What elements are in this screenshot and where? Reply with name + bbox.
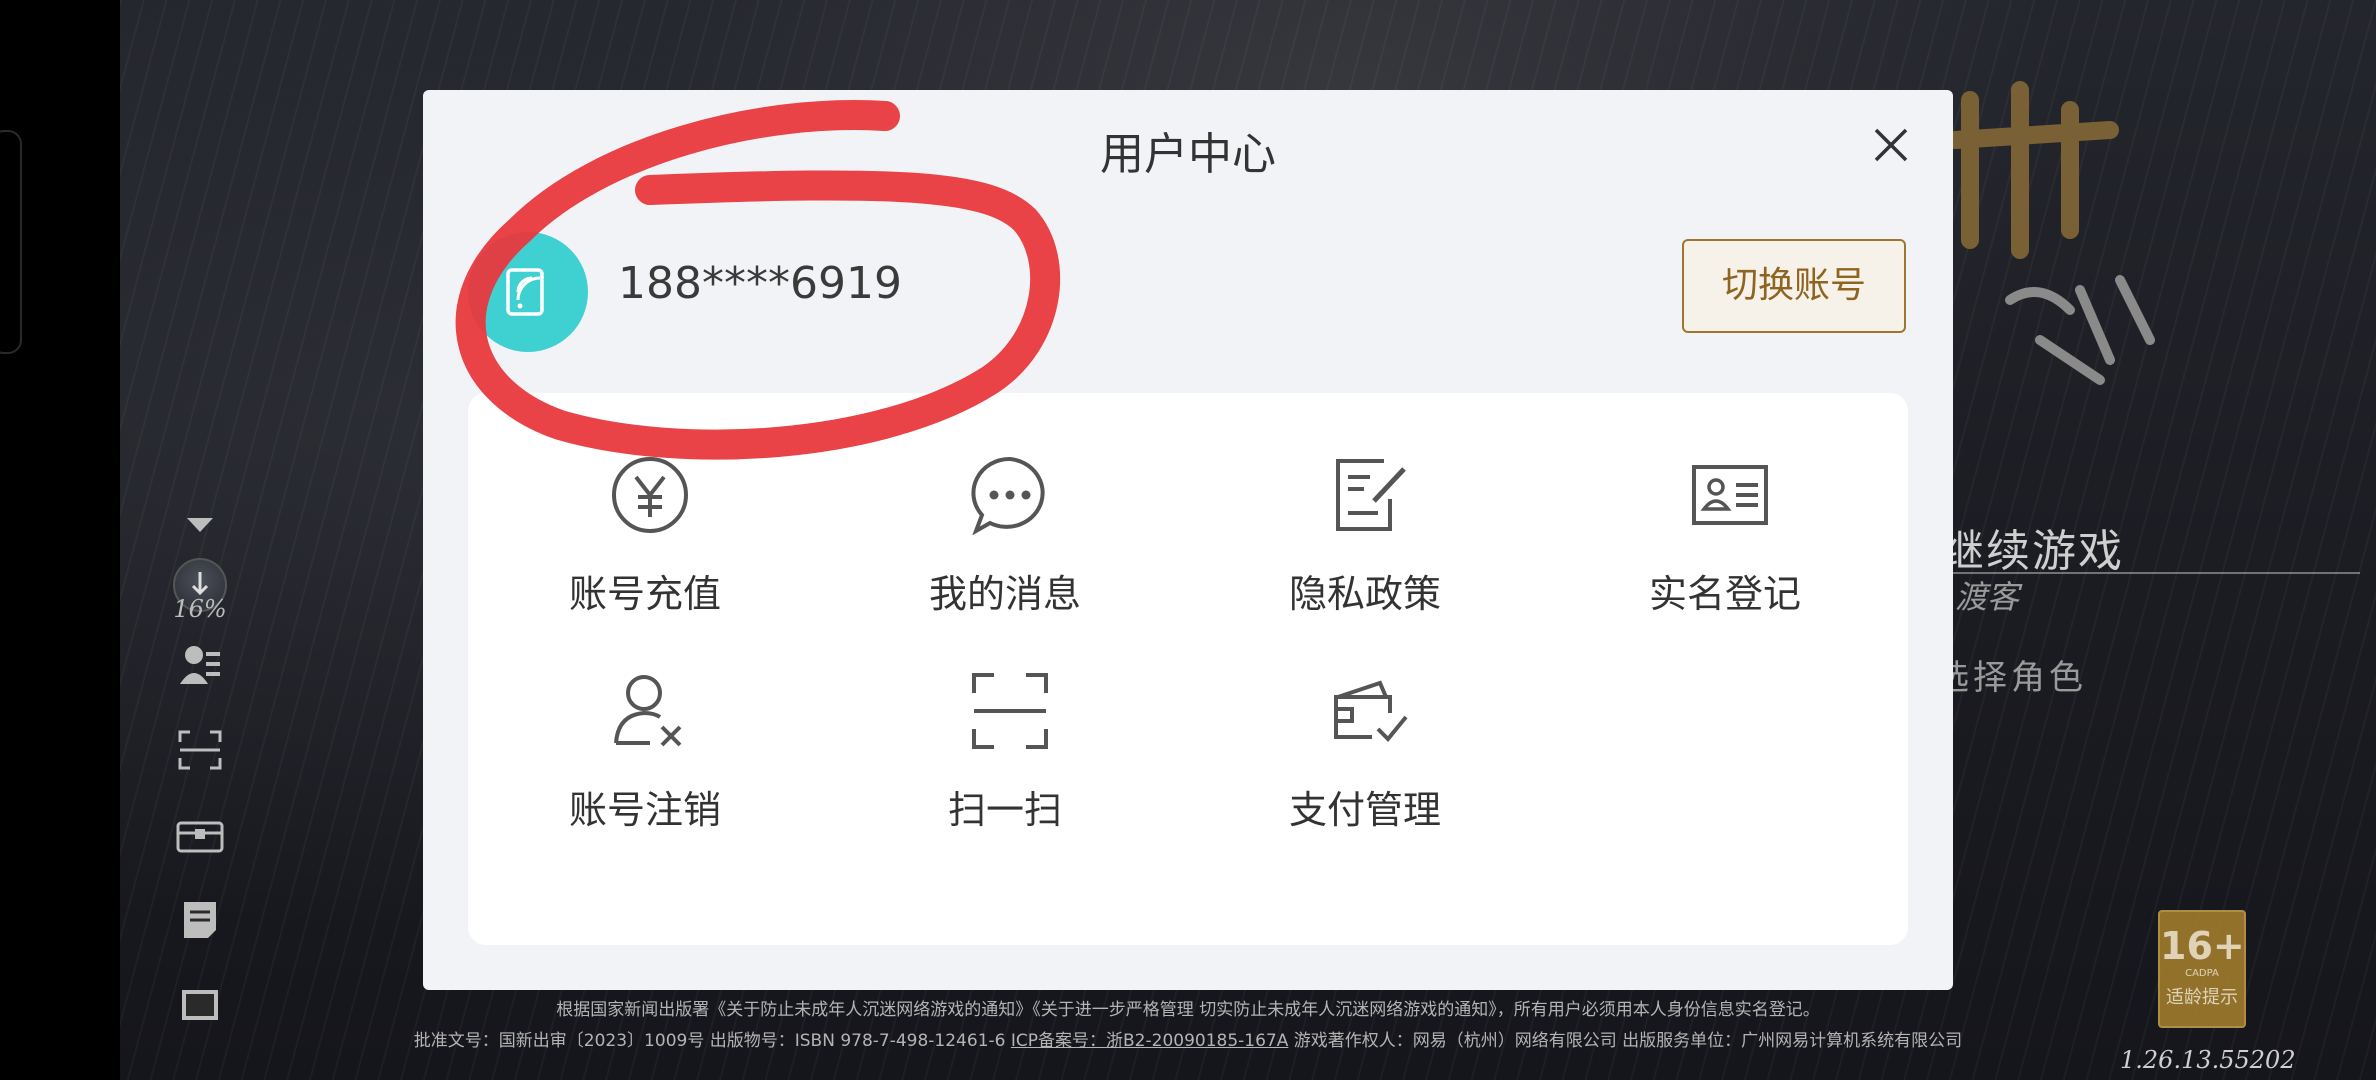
age-tip: 适龄提示 [2166, 987, 2238, 1008]
grid-label: 账号注销 [568, 788, 721, 832]
scan-frame-icon [178, 730, 222, 770]
yuan-circle-icon [612, 457, 688, 533]
publication-approval: 批准文号：国新出审〔2023〕1009号 出版物号：ISBN 978-7-498… [413, 1031, 1011, 1051]
scan-icon [972, 673, 1048, 749]
wallet-check-icon [1334, 680, 1408, 742]
icp-link[interactable]: ICP备案号：浙B2-20090185-167A [1011, 1031, 1289, 1051]
grid-item-payment[interactable]: 支付管理 [1215, 671, 1515, 851]
grid-label: 支付管理 [1288, 788, 1441, 832]
treasure-box-button[interactable] [170, 810, 230, 860]
copyright-holder: 游戏著作权人：网易（杭州）网络有限公司 出版服务单位：广州网易计算机系统有限公司 [1288, 1031, 1963, 1051]
id-card-icon [1692, 465, 1768, 525]
account-number: 188****6919 [618, 258, 902, 309]
treasure-box-icon [176, 821, 224, 853]
grid-item-recharge[interactable]: 账号充值 [495, 455, 795, 635]
notes-button[interactable] [170, 895, 230, 945]
grid-item-real-name[interactable]: 实名登记 [1575, 455, 1875, 635]
function-grid: 账号充值 我的消息 隐私政策 实名登记 账号注销 扫一扫 支付管理 [468, 393, 1908, 945]
close-icon [1874, 128, 1908, 162]
user-center-dialog: 用户中心 188****6919 切换账号 账号充值 我的消息 隐私政策 实名登… [423, 90, 1953, 990]
chat-bubble-icon [971, 456, 1045, 535]
edge-handle[interactable] [0, 130, 22, 354]
left-black-bar [0, 0, 120, 1080]
grid-item-privacy[interactable]: 隐私政策 [1215, 455, 1515, 635]
scan-side-button[interactable] [170, 725, 230, 775]
download-percent: 16% [173, 595, 227, 623]
publication-info: 批准文号：国新出审〔2023〕1009号 出版物号：ISBN 978-7-498… [0, 1026, 2376, 1051]
avatar [468, 232, 588, 352]
age-rating-org: CADPA [2185, 968, 2219, 979]
phone-account-icon [506, 268, 544, 316]
user-remove-icon [614, 675, 682, 747]
grid-label: 扫一扫 [947, 788, 1062, 832]
game-title-logo [1950, 81, 2155, 385]
grid-label: 我的消息 [928, 572, 1081, 616]
choose-role-button[interactable]: 选择角色 [1935, 650, 2087, 699]
age-rating-badge[interactable]: 16+ CADPA 适龄提示 [2158, 910, 2246, 1028]
character-button[interactable] [170, 640, 230, 690]
anti-addiction-notice: 根据国家新闻出版署《关于防止未成年人沉迷网络游戏的通知》《关于进一步严格管理 切… [556, 1000, 1820, 1020]
collapse-triangle-icon[interactable] [170, 500, 230, 550]
document-edit-icon [1336, 459, 1406, 531]
close-button[interactable] [1868, 122, 1914, 168]
dialog-title: 用户中心 [1100, 129, 1276, 180]
age-rating: 16+ [2160, 924, 2245, 968]
grid-label: 账号充值 [568, 572, 721, 616]
grid-item-messages[interactable]: 我的消息 [855, 455, 1155, 635]
grid-label: 实名登记 [1648, 572, 1801, 616]
role-name: 渡客 [1955, 578, 2020, 616]
continue-game-button[interactable]: 继续游戏 [1940, 515, 2124, 579]
character-list-icon [180, 646, 220, 684]
grid-item-account-cancel[interactable]: 账号注销 [495, 671, 795, 851]
version-number: 1.26.13.55202 [2120, 1046, 2296, 1074]
switch-account-button[interactable]: 切换账号 [1682, 239, 1906, 333]
grid-item-scan[interactable]: 扫一扫 [855, 671, 1155, 851]
grid-label: 隐私政策 [1288, 572, 1441, 616]
notes-icon [184, 902, 216, 938]
